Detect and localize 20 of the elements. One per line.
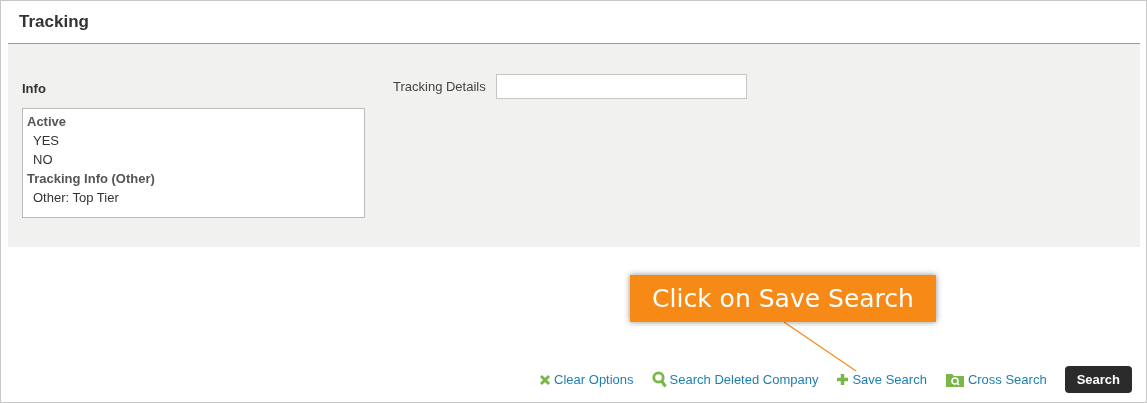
callout-label: Click on Save Search [630, 275, 936, 322]
list-group-header: Active [27, 113, 68, 131]
magnifier-icon [651, 371, 667, 388]
list-group-header: Tracking Info (Other) [27, 170, 156, 188]
action-link[interactable]: Cross Search [944, 371, 1047, 388]
info-listbox[interactable]: Active YES NO Tracking Info (Other) Other: Top Tier [22, 108, 365, 218]
action-link[interactable]: Search Deleted Company [651, 371, 819, 388]
list-option[interactable]: YES [27, 131, 360, 150]
action-link[interactable]: Save Search [836, 372, 927, 387]
section-title: Tracking [19, 12, 89, 32]
close-icon [539, 373, 552, 386]
list-option[interactable]: Other: Top Tier [27, 188, 360, 207]
info-label: Info [22, 81, 47, 96]
search-button[interactable]: Search [1064, 366, 1132, 393]
list-option[interactable]: NO [27, 150, 360, 169]
tracking-details-field[interactable] [496, 74, 747, 99]
folder-search-icon [944, 371, 965, 388]
tracking-details-label: Tracking Details [393, 80, 487, 96]
action-link[interactable]: Clear Options [539, 372, 634, 387]
plus-icon [836, 373, 850, 386]
